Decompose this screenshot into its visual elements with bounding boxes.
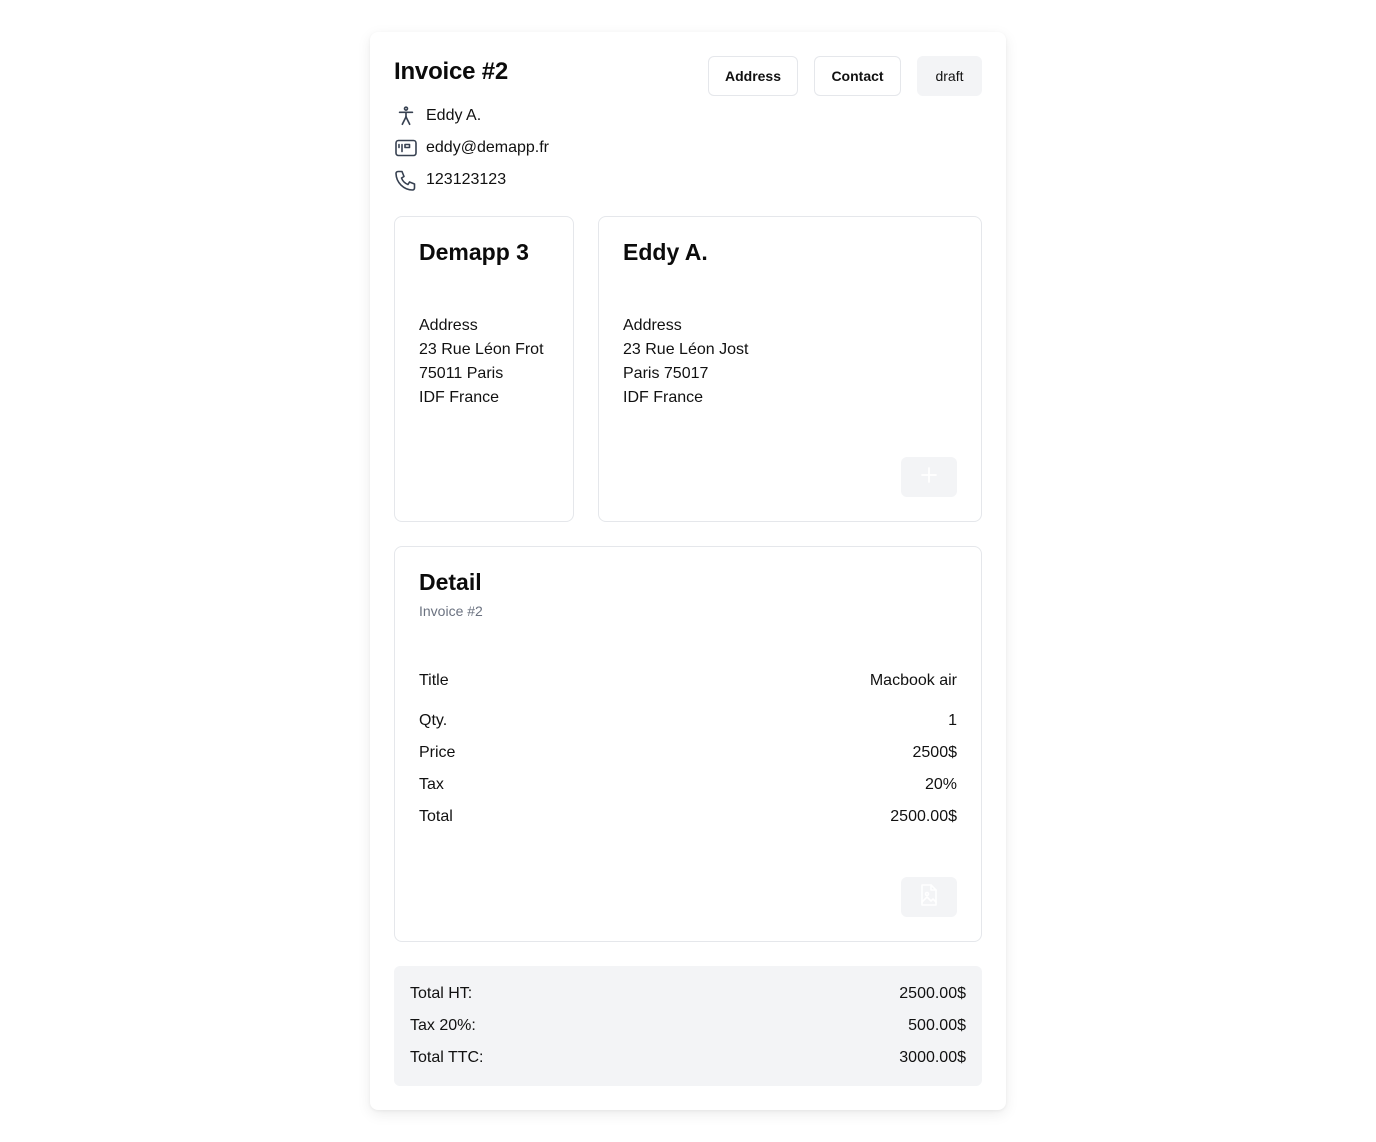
recipient-address-line: 23 Rue Léon Jost	[623, 341, 749, 358]
recipient-name: Eddy A.	[623, 239, 708, 265]
recipient-address: Address 23 Rue Léon Jost Paris 75017 IDF…	[623, 314, 748, 410]
total-ht-row: Total HT: 2500.00$	[410, 982, 966, 1006]
recipient-address-line: Paris 75017	[623, 365, 709, 382]
recipient-address-panel: Eddy A. Address 23 Rue Léon Jost Paris 7…	[598, 216, 982, 522]
sender-address-line: 75011 Paris	[419, 365, 504, 382]
detail-row-total: Total 2500.00$	[419, 805, 957, 829]
detail-value: Macbook air	[869, 672, 957, 689]
detail-label: Title	[419, 672, 449, 689]
totals-value: 2500.00$	[899, 985, 966, 1002]
contact-name-row: Eddy A.	[394, 104, 481, 128]
detail-panel: Detail Invoice #2 Title Macbook air Qty.…	[394, 546, 982, 942]
contact-email: eddy@demapp.fr	[426, 139, 549, 156]
detail-value: 20%	[924, 776, 957, 793]
export-pdf-button[interactable]	[901, 877, 957, 917]
phone-icon	[394, 168, 418, 192]
totals-label: Tax 20%:	[410, 1017, 476, 1034]
detail-value: 1	[948, 712, 957, 729]
detail-value: 2500$	[912, 744, 958, 761]
sender-name: Demapp 3	[419, 239, 529, 265]
sender-address: Address 23 Rue Léon Frot 75011 Paris IDF…	[419, 314, 544, 410]
detail-label: Price	[419, 744, 456, 761]
detail-label: Tax	[419, 776, 444, 793]
contact-name: Eddy A.	[426, 107, 482, 124]
status-draft-button[interactable]: draft	[917, 56, 982, 96]
recipient-address-line: IDF France	[623, 389, 704, 406]
detail-label: Total	[419, 808, 453, 825]
sender-address-label: Address	[419, 317, 478, 334]
file-image-icon	[918, 883, 940, 912]
plus-icon	[919, 465, 939, 490]
page-title: Invoice #2	[394, 58, 509, 85]
accessibility-icon	[394, 104, 418, 128]
address-button[interactable]: Address	[708, 56, 798, 96]
totals-summary: Total HT: 2500.00$ Tax 20%: 500.00$ Tota…	[394, 966, 982, 1086]
invoice-card: Invoice #2 Address Contact draft Eddy A.…	[370, 32, 1006, 1110]
recipient-address-label: Address	[623, 317, 682, 334]
detail-row-tax: Tax 20%	[419, 773, 957, 797]
contact-email-row: eddy@demapp.fr	[394, 136, 549, 160]
tax-row: Tax 20%: 500.00$	[410, 1014, 966, 1038]
totals-value: 3000.00$	[899, 1049, 966, 1066]
add-button[interactable]	[901, 457, 957, 497]
detail-row-price: Price 2500$	[419, 741, 957, 765]
detail-value: 2500.00$	[890, 808, 957, 825]
totals-label: Total HT:	[410, 985, 473, 1002]
contact-phone: 123123123	[426, 171, 507, 188]
id-card-icon	[394, 136, 418, 160]
total-ttc-row: Total TTC: 3000.00$	[410, 1046, 966, 1070]
detail-subheading: Invoice #2	[419, 603, 483, 619]
detail-heading: Detail	[419, 569, 482, 595]
totals-value: 500.00$	[908, 1017, 966, 1034]
detail-row-title: Title Macbook air	[419, 669, 957, 693]
sender-address-line: IDF France	[419, 389, 500, 406]
detail-label: Qty.	[419, 712, 448, 729]
sender-address-line: 23 Rue Léon Frot	[419, 341, 544, 358]
sender-address-panel: Demapp 3 Address 23 Rue Léon Frot 75011 …	[394, 216, 574, 522]
contact-phone-row: 123123123	[394, 168, 506, 192]
totals-label: Total TTC:	[410, 1049, 484, 1066]
detail-row-qty: Qty. 1	[419, 709, 957, 733]
contact-button[interactable]: Contact	[814, 56, 901, 96]
